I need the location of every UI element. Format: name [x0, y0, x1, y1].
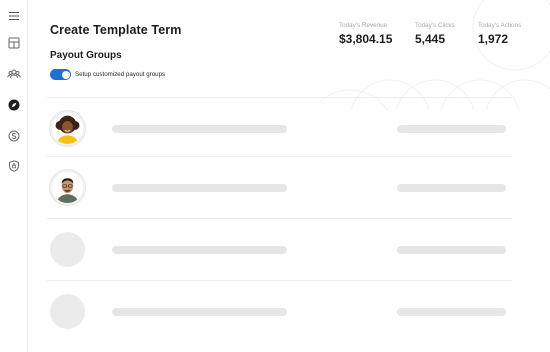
- users-icon[interactable]: [6, 66, 22, 82]
- list-item[interactable]: [47, 156, 512, 218]
- compass-icon[interactable]: [6, 97, 22, 113]
- stat-value: $3,804.15: [339, 32, 393, 46]
- skeleton-bar: [397, 184, 506, 192]
- avatar: [50, 232, 85, 267]
- page-title: Create Template Term: [50, 23, 182, 37]
- stat-label: Today's Revenue: [339, 22, 388, 29]
- skeleton-bar: [112, 125, 287, 133]
- skeleton-bar: [112, 246, 287, 254]
- menu-icon[interactable]: [6, 8, 22, 24]
- toggle-knob: [61, 70, 70, 79]
- shield-icon[interactable]: [6, 158, 22, 174]
- skeleton-bar: [397, 246, 506, 254]
- stat-clicks: Today's Clicks 5,445: [415, 22, 455, 46]
- avatar: [50, 111, 85, 146]
- stat-label: Today's Actions: [478, 22, 522, 29]
- stat-revenue: Today's Revenue $3,804.15: [339, 22, 392, 46]
- avatar: [50, 170, 85, 205]
- sidebar: [0, 0, 28, 352]
- payout-groups-toggle[interactable]: [50, 69, 71, 80]
- skeleton-bar: [397, 308, 506, 316]
- list-item[interactable]: [47, 218, 512, 280]
- avatar: [50, 294, 85, 329]
- layout-icon[interactable]: [6, 35, 22, 51]
- stat-value: 5,445: [415, 32, 446, 46]
- stat-value: 1,972: [478, 32, 509, 46]
- toggle-label: Setup customized payout groups: [75, 71, 166, 78]
- skeleton-bar: [112, 184, 287, 192]
- stat-label: Today's Clicks: [415, 22, 455, 29]
- list-item[interactable]: [47, 97, 512, 159]
- stat-actions: Today's Actions 1,972: [478, 22, 521, 46]
- decorative-background: [320, 0, 550, 110]
- section-title: Payout Groups: [50, 50, 122, 61]
- skeleton-bar: [397, 125, 506, 133]
- list-item[interactable]: [47, 280, 512, 342]
- dollar-circle-icon[interactable]: [6, 128, 22, 144]
- skeleton-bar: [112, 308, 287, 316]
